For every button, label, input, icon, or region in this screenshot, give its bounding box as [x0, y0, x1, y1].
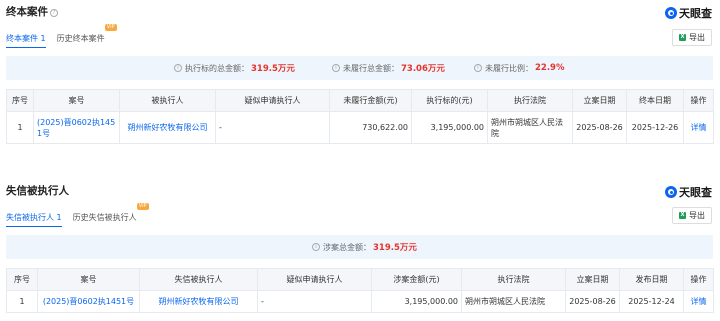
col-court: 执行法院: [461, 268, 566, 291]
cell-court: 朔州市朔城区人民法院: [487, 111, 573, 144]
info-icon: i: [174, 64, 182, 72]
tab-label: 终本案件 1: [6, 34, 46, 43]
case-number-link[interactable]: (2025)晋0602执1451号: [37, 290, 140, 313]
tianyancha-logo: 天眼查: [665, 5, 712, 21]
cell-target: 3,195,000.00: [411, 111, 488, 144]
cell-court: 朔州市朔城区人民法院: [461, 290, 566, 313]
cell-index: 1: [6, 111, 34, 144]
tab-label: 失信被执行人 1: [6, 213, 62, 222]
col-filed-date: 立案日期: [572, 89, 627, 112]
vip-badge: VIP: [104, 24, 117, 31]
tab-dishonest-debtors[interactable]: 失信被执行人 1: [6, 212, 62, 227]
cell-index: 1: [6, 290, 38, 313]
summary-unpaid-ratio: i 未履行比例： 22.9%: [474, 63, 565, 74]
section-title: 失信被执行人: [6, 185, 69, 197]
defendant-link[interactable]: 朔州新好农牧有限公司: [119, 111, 216, 144]
table-row: 1 (2025)晋0602执1451号 朔州新好农牧有限公司 - 730,622…: [6, 111, 714, 144]
col-court: 执行法院: [487, 89, 573, 112]
col-applicant: 疑似申请执行人: [257, 268, 372, 291]
dishonest-debtors-table: 序号 案号 失信被执行人 疑似申请执行人 涉案金额(元) 执行法院 立案日期 发…: [6, 268, 714, 313]
col-published-date: 发布日期: [619, 268, 684, 291]
logo-text: 天眼查: [679, 7, 712, 20]
info-icon: i: [332, 64, 340, 72]
summary-label: 执行标的总金额：: [185, 63, 249, 73]
summary-label: 未履行比例：: [485, 63, 533, 73]
details-link[interactable]: 详情: [683, 111, 714, 144]
cell-filed-date: 2025-08-26: [572, 111, 627, 144]
export-label: 导出: [689, 211, 705, 220]
col-action: 操作: [683, 89, 714, 112]
help-icon[interactable]: ?: [50, 9, 58, 17]
tab-final-cases[interactable]: 终本案件 1: [6, 33, 46, 48]
vip-badge: VIP: [136, 203, 149, 210]
col-action: 操作: [683, 268, 714, 291]
tianyancha-logo: 天眼查: [665, 184, 712, 200]
table-header: 序号 案号 被执行人 疑似申请执行人 未履行金额(元) 执行标的(元) 执行法院…: [6, 89, 714, 112]
export-button[interactable]: X 导出: [672, 29, 712, 46]
summary-bar: i 涉案总金额： 319.5万元: [6, 235, 713, 259]
cell-filed-date: 2025-08-26: [565, 290, 620, 313]
col-index: 序号: [6, 89, 34, 112]
col-defendant: 失信被执行人: [139, 268, 258, 291]
tab-bar: 失信被执行人 1 历史失信被执行人 VIP: [6, 203, 149, 227]
summary-bar: i 执行标的总金额： 319.5万元 i 未履行总金额： 73.06万元 i 未…: [6, 56, 713, 80]
col-target: 执行标的(元): [411, 89, 488, 112]
col-unpaid: 未履行金额(元): [329, 89, 412, 112]
summary-label: 未履行总金额：: [343, 63, 399, 73]
col-filed-date: 立案日期: [565, 268, 620, 291]
cell-unpaid: 730,622.00: [329, 111, 412, 144]
eye-logo-icon: [665, 186, 677, 198]
cell-applicant: -: [257, 290, 372, 313]
col-applicant: 疑似申请执行人: [215, 89, 330, 112]
final-cases-section: 终本案件? 天眼查 终本案件 1 历史终本案件 VIP X 导出 i 执行标的总金…: [0, 0, 720, 160]
summary-label: 涉案总金额：: [323, 242, 371, 252]
summary-total-target: i 执行标的总金额： 319.5万元: [174, 62, 295, 74]
summary-value: 22.9%: [535, 63, 565, 73]
col-end-date: 终本日期: [626, 89, 684, 112]
export-button[interactable]: X 导出: [672, 207, 712, 224]
col-case-no: 案号: [33, 89, 120, 112]
cell-published-date: 2025-12-24: [619, 290, 684, 313]
col-case-no: 案号: [37, 268, 140, 291]
final-cases-table: 序号 案号 被执行人 疑似申请执行人 未履行金额(元) 执行标的(元) 执行法院…: [6, 89, 714, 144]
summary-total-unpaid: i 未履行总金额： 73.06万元: [332, 62, 445, 74]
case-number-link[interactable]: (2025)晋0602执1451号: [33, 111, 120, 144]
summary-value: 319.5万元: [251, 64, 295, 74]
table-header: 序号 案号 失信被执行人 疑似申请执行人 涉案金额(元) 执行法院 立案日期 发…: [6, 268, 714, 291]
summary-value: 319.5万元: [373, 243, 417, 253]
col-defendant: 被执行人: [119, 89, 216, 112]
final-cases-title: 终本案件: [6, 6, 48, 18]
section-title: 终本案件?: [6, 4, 58, 19]
tab-history-final-cases[interactable]: 历史终本案件 VIP: [56, 24, 117, 48]
logo-text: 天眼查: [679, 186, 712, 199]
info-icon: i: [312, 243, 320, 251]
tab-label: 历史失信被执行人: [72, 213, 137, 222]
summary-value: 73.06万元: [401, 64, 445, 74]
cell-amount: 3,195,000.00: [371, 290, 462, 313]
tab-history-dishonest-debtors[interactable]: 历史失信被执行人 VIP: [72, 203, 149, 227]
excel-icon: X: [679, 34, 686, 41]
table-row: 1 (2025)晋0602执1451号 朔州新好农牧有限公司 - 3,195,0…: [6, 290, 714, 313]
cell-end-date: 2025-12-26: [626, 111, 684, 144]
info-icon: i: [474, 64, 482, 72]
tab-label: 历史终本案件: [56, 34, 105, 43]
dishonest-debtors-section: 失信被执行人 天眼查 失信被执行人 1 历史失信被执行人 VIP X 导出 i 涉…: [0, 178, 720, 321]
eye-logo-icon: [665, 7, 677, 19]
details-link[interactable]: 详情: [683, 290, 714, 313]
cell-applicant: -: [215, 111, 330, 144]
col-index: 序号: [6, 268, 38, 291]
col-amount: 涉案金额(元): [371, 268, 462, 291]
excel-icon: X: [679, 212, 686, 219]
export-label: 导出: [689, 33, 705, 42]
tab-bar: 终本案件 1 历史终本案件 VIP: [6, 24, 117, 48]
defendant-link[interactable]: 朔州新好农牧有限公司: [139, 290, 258, 313]
summary-total-amount: i 涉案总金额： 319.5万元: [312, 241, 417, 253]
